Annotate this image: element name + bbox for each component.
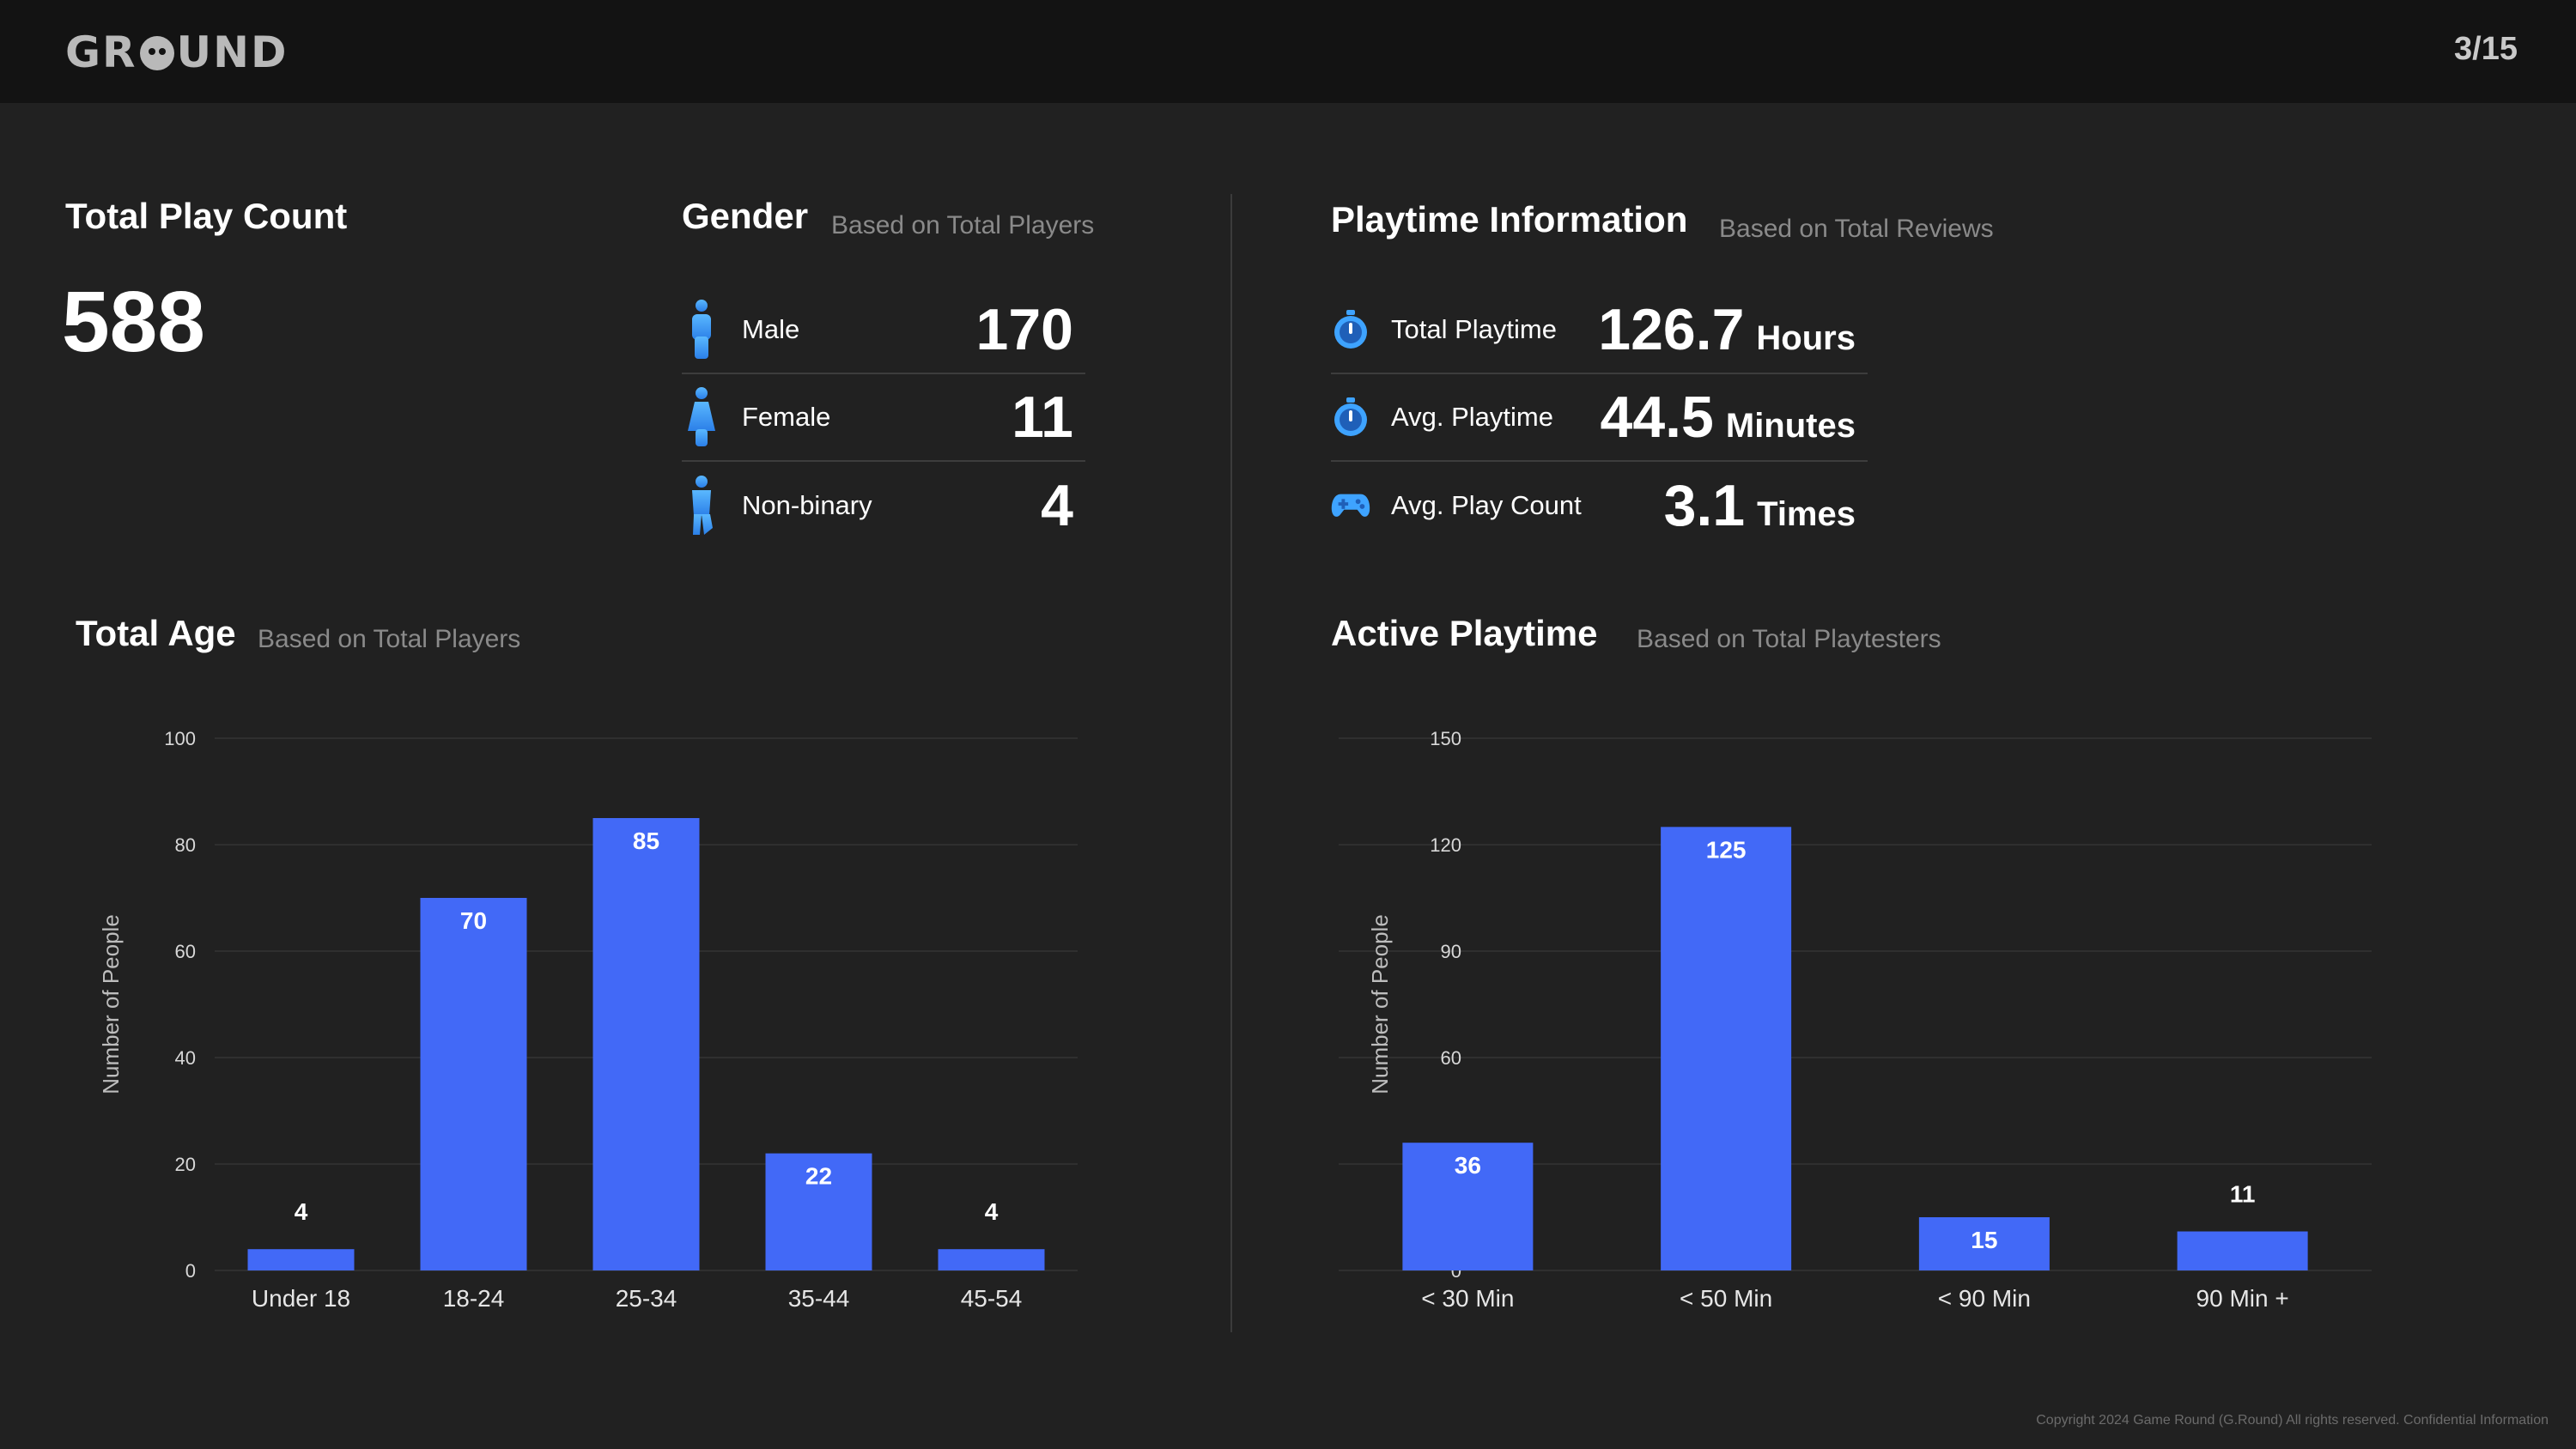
gender-value-nonbinary: 4 [1041,473,1073,538]
age-category-label: Under 18 [252,1285,350,1312]
copyright-text: Copyright 2024 Game Round (G.Round) All … [2036,1413,2549,1428]
age-y-tick-label: 60 [175,941,196,962]
age-data-label: 4 [295,1198,308,1225]
logo-text-left: GR [65,27,137,77]
active-playtime-y-tick-label: 60 [1441,1047,1461,1069]
age-data-label: 85 [633,828,659,854]
active-playtime-data-label: 36 [1455,1152,1481,1179]
age-chart-subtitle: Based on Total Players [258,625,521,653]
age-bar [592,818,700,1270]
age-chart-title: Total Age [76,613,236,653]
playtime-unit-playcount: Times [1757,495,1856,533]
age-y-tick-label: 80 [175,834,196,856]
age-y-tick-label: 100 [164,728,196,749]
total-play-count-value: 588 [62,274,205,370]
vertical-divider [1230,194,1232,1332]
gender-label-female: Female [742,402,831,432]
active-playtime-chart-title: Active Playtime [1331,613,1598,653]
age-data-label: 4 [985,1198,999,1225]
playtime-unit-total: Hours [1756,319,1856,357]
active-playtime-y-tick-label: 150 [1430,728,1461,749]
active-playtime-bar [2177,1231,2308,1270]
stopwatch-icon [1331,387,1370,447]
playtime-label-playcount: Avg. Play Count [1391,490,1582,520]
age-y-tick-label: 0 [185,1260,196,1282]
top-bar: GR UND 3/15 [0,0,2576,103]
ground-logo: GR UND [65,27,289,77]
active-playtime-data-label: 125 [1706,836,1747,863]
playtime-value-average: 44.5 Minutes [1601,384,1856,451]
gender-label-nonbinary: Non-binary [742,490,872,520]
playtime-value-playcount: 3.1 Times [1664,472,1856,539]
male-person-icon [682,300,721,360]
active-playtime-data-label: 11 [2230,1181,2256,1208]
playtime-row-playcount: Avg. Play Count 3.1 Times [1331,462,1868,549]
playtime-label-total: Total Playtime [1391,314,1557,344]
age-category-label: 45-54 [961,1285,1023,1312]
age-data-label: 70 [460,907,487,934]
age-category-label: 18-24 [443,1285,505,1312]
page-indicator: 3/15 [2454,31,2518,67]
active-playtime-y-tick-label: 90 [1441,941,1461,962]
playtime-unit-average: Minutes [1725,407,1856,445]
age-bar-chart: 0 20 40 60 80 100 Number of People 4 Under 18 70 1… [98,728,1078,1312]
age-category-label: 35-44 [788,1285,850,1312]
logo-face-icon [139,36,174,70]
active-playtime-bar [1661,827,1792,1270]
active-playtime-category-label: < 90 Min [1938,1285,2031,1312]
playtime-number-playcount: 3.1 [1663,473,1746,538]
gender-row-nonbinary: Non-binary 4 [682,462,1085,549]
nonbinary-person-icon [682,476,721,536]
age-bar [420,898,527,1270]
gamepad-icon [1331,476,1370,536]
playtime-row-average: Avg. Playtime 44.5 Minutes [1331,374,1868,462]
gender-label-male: Male [742,314,800,344]
gender-value-male: 170 [975,297,1073,362]
active-playtime-y-tick-label: 120 [1430,834,1461,856]
playtime-info-subtitle: Based on Total Reviews [1719,215,1994,243]
female-person-icon [682,387,721,447]
active-playtime-category-label: < 30 Min [1421,1285,1514,1312]
playtime-number-total: 126.7 [1598,297,1745,362]
total-play-count-title: Total Play Count [65,196,348,236]
age-category-label: 25-34 [616,1285,677,1312]
active-playtime-data-label: 15 [1971,1227,1997,1253]
gender-title: Gender [682,196,809,236]
age-bar [247,1249,355,1270]
stopwatch-icon [1331,300,1370,360]
playtime-row-total: Total Playtime 126.7 Hours [1331,287,1868,374]
age-y-axis-label: Number of People [98,914,124,1094]
age-data-label: 22 [805,1163,832,1190]
active-playtime-chart-subtitle: Based on Total Playtesters [1637,625,1941,653]
playtime-value-total: 126.7 Hours [1598,296,1856,363]
gender-row-female: Female 11 [682,374,1085,462]
active-playtime-y-axis-label: Number of People [1367,914,1393,1094]
active-playtime-category-label: < 50 Min [1680,1285,1772,1312]
active-playtime-category-label: 90 Min + [2196,1285,2289,1312]
logo-text-right: UND [176,27,289,77]
playtime-label-average: Avg. Playtime [1391,402,1553,432]
playtime-info-title: Playtime Information [1331,199,1688,239]
gender-row-male: Male 170 [682,287,1085,374]
gender-value-female: 11 [1012,385,1073,450]
age-y-tick-label: 20 [175,1154,196,1175]
age-bar [938,1249,1045,1270]
playtime-number-average: 44.5 [1600,385,1714,450]
active-playtime-bar-chart: 0306090120150Number of People36< 30 Min1… [1339,728,2372,1312]
gender-subtitle: Based on Total Players [831,211,1095,239]
age-y-tick-label: 40 [175,1047,196,1069]
